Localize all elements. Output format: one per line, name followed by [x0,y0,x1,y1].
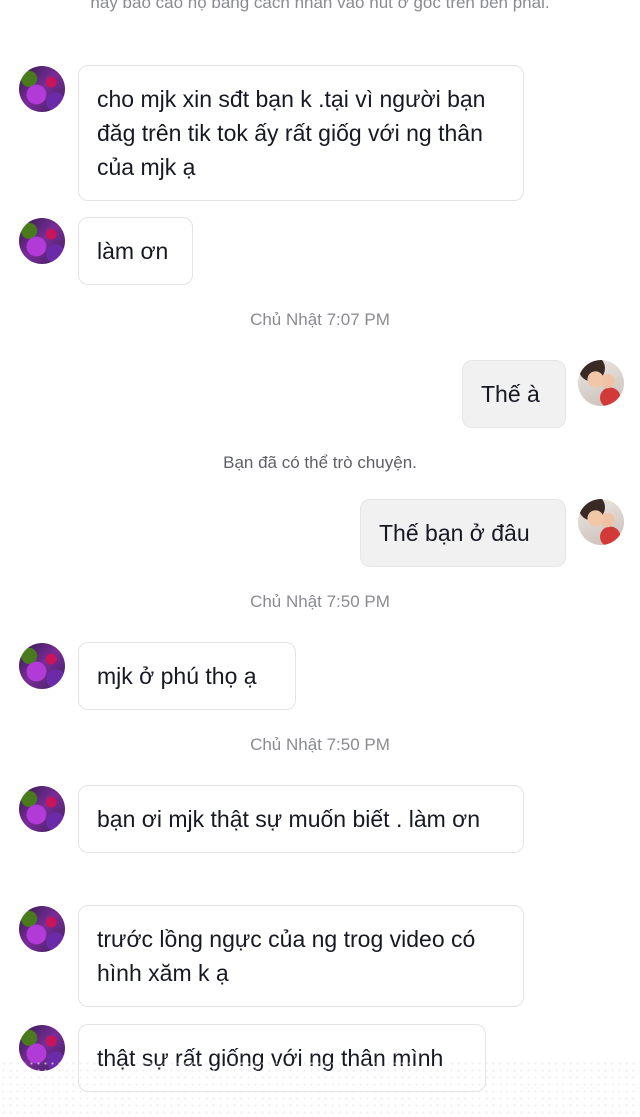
message-bubble-received[interactable]: bạn ơi mjk thật sự muốn biết . làm ơn [78,785,524,853]
contact-avatar[interactable] [19,218,65,264]
contact-avatar[interactable] [19,66,65,112]
message-bubble-received[interactable]: cho mjk xin sđt bạn k .tại vì người bạn … [78,65,524,201]
contact-avatar[interactable] [19,786,65,832]
message-bubble-sent[interactable]: Thế bạn ở đâu [360,499,566,567]
system-notice: hãy báo cáo họ bằng cách nhấn vào nút ở … [90,0,550,12]
message-timestamp: Chủ Nhật 7:07 PM [250,310,390,329]
user-avatar[interactable] [578,499,624,545]
message-timestamp: Chủ Nhật 7:50 PM [250,592,390,611]
message-bubble-received[interactable]: mjk ở phú thọ ạ [78,642,296,710]
chat-enabled-notice: Bạn đã có thể trò chuyện. [223,453,417,472]
message-bubble-received[interactable]: trước lồng ngực của ng trog video có hìn… [78,905,524,1007]
message-timestamp: Chủ Nhật 7:50 PM [250,735,390,754]
message-bubble-received[interactable]: làm ơn [78,217,193,285]
footer-texture [0,1060,640,1117]
message-bubble-sent[interactable]: Thế à [462,360,566,428]
contact-avatar[interactable] [19,906,65,952]
user-avatar[interactable] [578,360,624,406]
contact-avatar[interactable] [19,643,65,689]
